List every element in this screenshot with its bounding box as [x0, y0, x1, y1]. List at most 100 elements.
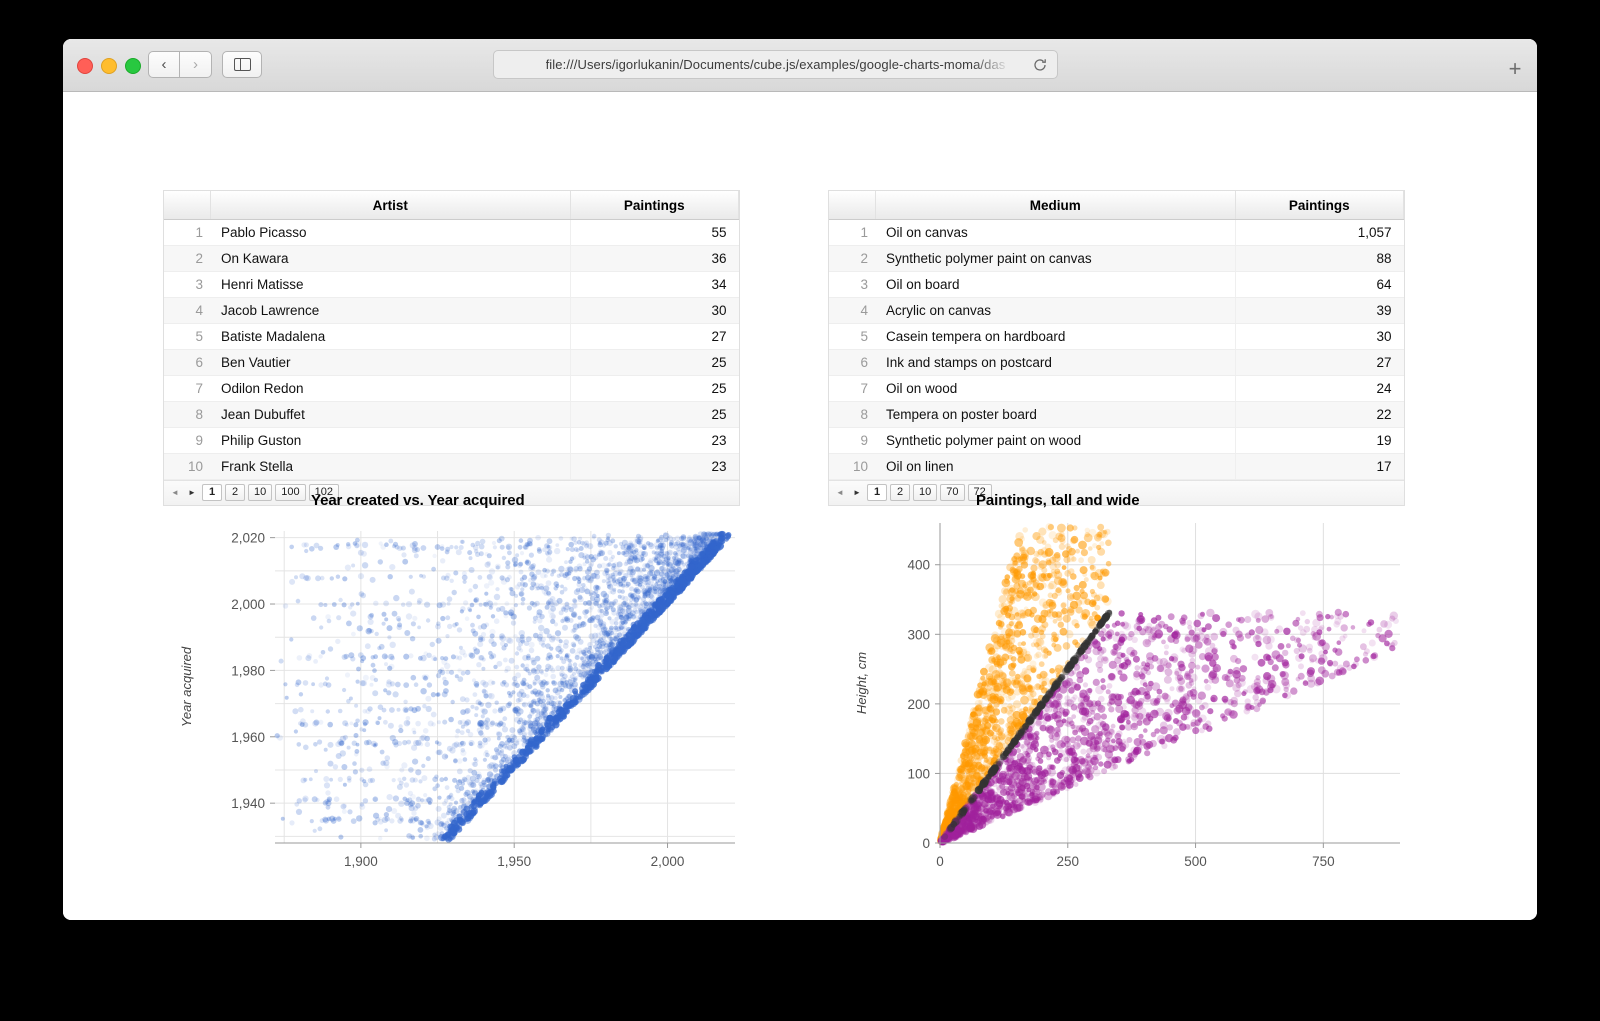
back-button[interactable]: ‹ — [148, 51, 180, 78]
row-medium: Oil on canvas — [875, 219, 1235, 246]
row-artist: Batiste Madalena — [210, 323, 570, 350]
table-row[interactable]: 6 Ben Vautier 25 — [164, 349, 739, 376]
address-bar[interactable]: file:///Users/igorlukanin/Documents/cube… — [493, 50, 1058, 79]
artists-table: Artist Paintings 1 Pablo Picasso 55 2 On… — [163, 190, 740, 506]
row-medium: Tempera on poster board — [875, 401, 1235, 428]
table-row[interactable]: 8 Tempera on poster board 22 — [829, 401, 1404, 428]
sidebar-toggle-button[interactable] — [222, 51, 262, 78]
table-row[interactable]: 8 Jean Dubuffet 25 — [164, 401, 739, 428]
close-window-button[interactable] — [77, 58, 93, 74]
row-medium: Oil on linen — [875, 453, 1235, 480]
table-row[interactable]: 9 Philip Guston 23 — [164, 427, 739, 454]
row-medium: Ink and stamps on postcard — [875, 349, 1235, 376]
svg-text:2,020: 2,020 — [231, 531, 265, 546]
table-row[interactable]: 7 Odilon Redon 25 — [164, 375, 739, 402]
mediums-col-paintings[interactable]: Paintings — [1235, 191, 1404, 220]
row-index: 3 — [829, 271, 876, 298]
row-artist: Frank Stella — [210, 453, 570, 480]
table-row[interactable]: 6 Ink and stamps on postcard 27 — [829, 349, 1404, 376]
page-content: Artist Paintings 1 Pablo Picasso 55 2 On… — [63, 92, 1537, 920]
reload-icon[interactable] — [1032, 57, 1049, 74]
year-created-vs-acquired-chart: Year created vs. Year acquired 2,020 2,00… — [163, 492, 763, 912]
artists-col-index[interactable] — [164, 191, 211, 220]
row-artist: Jean Dubuffet — [210, 401, 570, 428]
row-paintings: 25 — [569, 401, 739, 428]
table-row[interactable]: 2 On Kawara 36 — [164, 245, 739, 272]
row-medium: Oil on board — [875, 271, 1235, 298]
table-row[interactable]: 10 Frank Stella 23 — [164, 453, 739, 480]
scatter-plot-size[interactable]: 01002003004000 250 500 750Height, cm — [828, 513, 1428, 903]
table-row[interactable]: 2 Synthetic polymer paint on canvas 88 — [829, 245, 1404, 272]
row-medium: Casein tempera on hardboard — [875, 323, 1235, 350]
row-index: 6 — [164, 349, 211, 376]
svg-text:1,940: 1,940 — [231, 796, 265, 811]
svg-text:1,980: 1,980 — [231, 663, 265, 678]
row-artist: Odilon Redon — [210, 375, 570, 402]
table-row[interactable]: 5 Casein tempera on hardboard 30 — [829, 323, 1404, 350]
row-paintings: 22 — [1234, 401, 1404, 428]
row-paintings: 30 — [569, 297, 739, 324]
svg-text:1,950: 1,950 — [497, 854, 531, 869]
row-paintings: 27 — [1234, 349, 1404, 376]
row-medium: Synthetic polymer paint on canvas — [875, 245, 1235, 272]
browser-window: ‹ › file:///Users/igorlukanin/Documents/… — [63, 39, 1537, 920]
table-row[interactable]: 1 Pablo Picasso 55 — [164, 219, 739, 246]
row-medium: Acrylic on canvas — [875, 297, 1235, 324]
zoom-window-button[interactable] — [125, 58, 141, 74]
row-artist: Ben Vautier — [210, 349, 570, 376]
row-artist: On Kawara — [210, 245, 570, 272]
chevron-right-icon: › — [193, 56, 198, 73]
mediums-table-grid: Medium Paintings 1 Oil on canvas 1,057 2… — [829, 191, 1404, 480]
row-paintings: 23 — [569, 427, 739, 454]
table-row[interactable]: 9 Synthetic polymer paint on wood 19 — [829, 427, 1404, 454]
row-index: 4 — [829, 297, 876, 324]
table-row[interactable]: 4 Acrylic on canvas 39 — [829, 297, 1404, 324]
row-index: 10 — [164, 453, 211, 480]
row-index: 5 — [829, 323, 876, 350]
row-index: 9 — [164, 427, 211, 454]
scatter-plot-year[interactable]: 2,020 2,000 1,980 1,960 1,940 1,900 1,950 2,000… — [163, 513, 763, 903]
row-paintings: 17 — [1234, 453, 1404, 480]
new-tab-button[interactable]: + — [1507, 58, 1523, 80]
row-index: 1 — [829, 219, 876, 246]
minimize-window-button[interactable] — [101, 58, 117, 74]
row-artist: Philip Guston — [210, 427, 570, 454]
table-row[interactable]: 5 Batiste Madalena 27 — [164, 323, 739, 350]
mediums-col-index[interactable] — [829, 191, 876, 220]
row-artist: Jacob Lawrence — [210, 297, 570, 324]
artists-table-grid: Artist Paintings 1 Pablo Picasso 55 2 On… — [164, 191, 739, 480]
window-controls — [77, 58, 141, 74]
artists-table-head: Artist Paintings — [164, 191, 739, 220]
mediums-table-body: 1 Oil on canvas 1,057 2 Synthetic polyme… — [829, 219, 1404, 480]
table-row[interactable]: 7 Oil on wood 24 — [829, 375, 1404, 402]
row-index: 2 — [829, 245, 876, 272]
row-index: 8 — [829, 401, 876, 428]
row-paintings: 88 — [1234, 245, 1404, 272]
row-index: 10 — [829, 453, 876, 480]
mediums-col-medium[interactable]: Medium — [875, 191, 1236, 220]
row-index: 9 — [829, 427, 876, 454]
svg-text:1,960: 1,960 — [231, 730, 265, 745]
row-index: 5 — [164, 323, 211, 350]
artists-col-paintings[interactable]: Paintings — [570, 191, 739, 220]
table-header-row: Medium Paintings — [829, 191, 1404, 220]
row-paintings: 55 — [569, 219, 739, 246]
navigation-buttons: ‹ › — [148, 51, 212, 78]
table-row[interactable]: 4 Jacob Lawrence 30 — [164, 297, 739, 324]
forward-button[interactable]: › — [180, 51, 212, 78]
svg-text:2,000: 2,000 — [651, 854, 685, 869]
row-index: 6 — [829, 349, 876, 376]
row-artist: Henri Matisse — [210, 271, 570, 298]
row-index: 2 — [164, 245, 211, 272]
artists-col-artist[interactable]: Artist — [210, 191, 571, 220]
svg-text:1,900: 1,900 — [344, 854, 378, 869]
table-row[interactable]: 3 Henri Matisse 34 — [164, 271, 739, 298]
table-row[interactable]: 3 Oil on board 64 — [829, 271, 1404, 298]
chevron-left-icon: ‹ — [161, 56, 167, 73]
sidebar-icon — [233, 57, 251, 72]
table-row[interactable]: 1 Oil on canvas 1,057 — [829, 219, 1404, 246]
url-text: file:///Users/igorlukanin/Documents/cube… — [545, 57, 1006, 72]
chart-title: Year created vs. Year acquired — [311, 492, 525, 509]
table-row[interactable]: 10 Oil on linen 17 — [829, 453, 1404, 480]
paintings-tall-and-wide-chart: Paintings, tall and wide 0 100 200 300 400 0 2… — [828, 492, 1428, 912]
